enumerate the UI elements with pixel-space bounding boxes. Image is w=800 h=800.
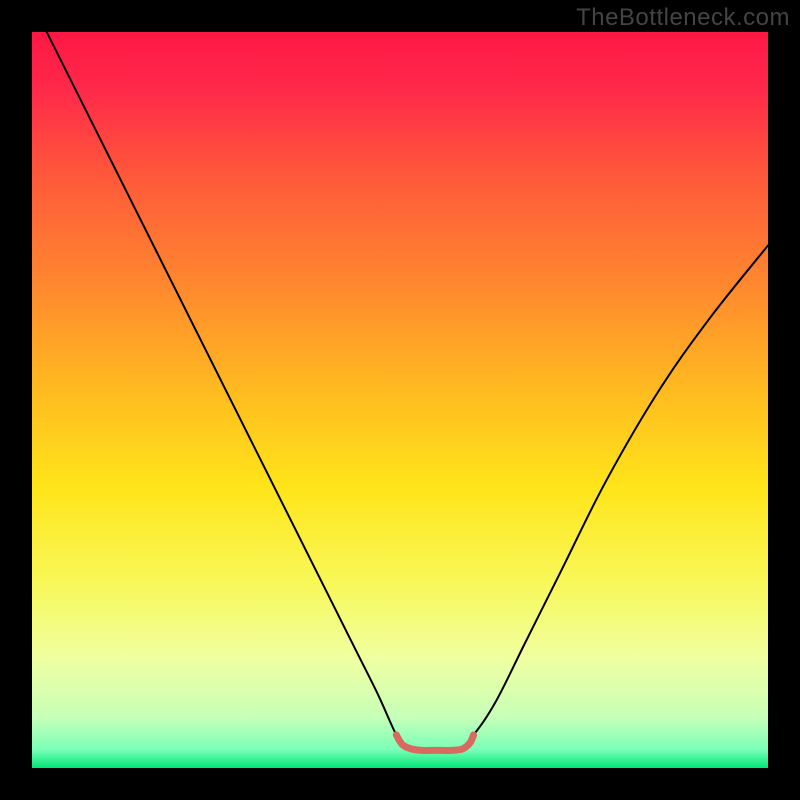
- chart-frame: TheBottleneck.com: [0, 0, 800, 800]
- chart-plot-area: [32, 32, 768, 768]
- gradient-background: [32, 32, 768, 768]
- bottleneck-chart: [32, 32, 768, 768]
- watermark-text: TheBottleneck.com: [576, 4, 790, 32]
